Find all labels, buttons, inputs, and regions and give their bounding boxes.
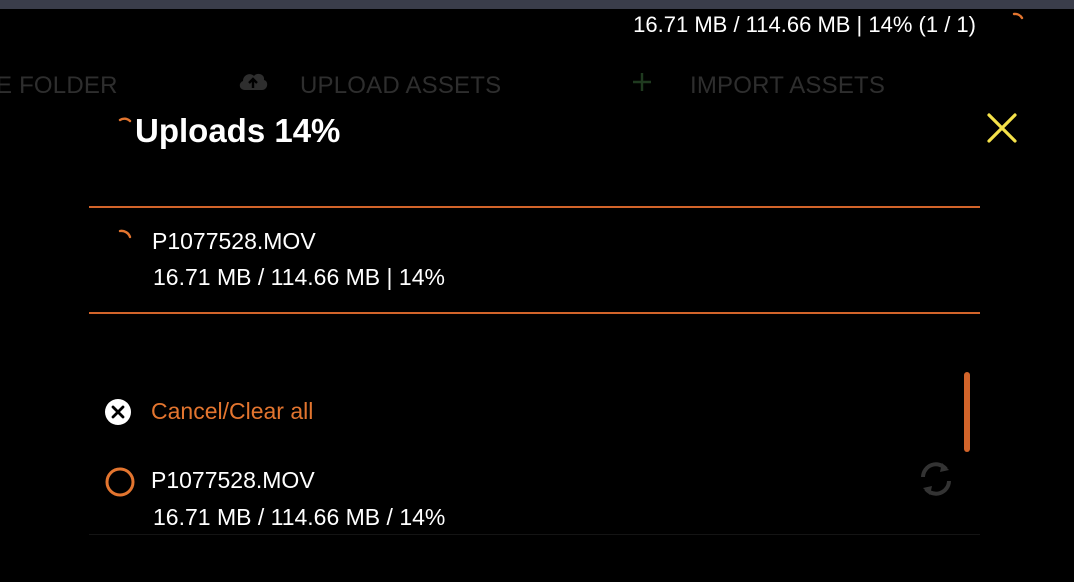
upload-status-summary: 16.71 MB / 114.66 MB | 14% (1 / 1) — [633, 12, 976, 37]
divider — [89, 206, 980, 208]
divider — [89, 312, 980, 314]
queue-file-progress: 16.71 MB / 114.66 MB / 14% — [153, 504, 446, 530]
upload-assets-button: UPLOAD ASSETS — [300, 72, 502, 99]
plus-icon — [633, 73, 651, 91]
queue-file-name: P1077528.MOV — [151, 467, 315, 493]
cloud-upload-icon — [239, 73, 268, 90]
spinner-icon — [1012, 12, 1024, 20]
scrollbar[interactable] — [964, 372, 970, 452]
import-assets-button: IMPORT ASSETS — [690, 72, 886, 99]
close-icon[interactable] — [984, 110, 1020, 146]
divider — [89, 534, 980, 535]
background-toolbar: E FOLDER UPLOAD ASSETS IMPORT ASSETS — [0, 66, 1074, 106]
retry-icon[interactable] — [915, 457, 957, 501]
current-file-progress: 16.71 MB / 114.66 MB | 14% — [153, 264, 445, 290]
spinner-icon — [118, 117, 132, 123]
top-strip — [0, 0, 1074, 9]
spinner-icon — [118, 229, 132, 239]
cancel-circle-icon — [105, 399, 131, 425]
cancel-clear-all-label: Cancel/Clear all — [151, 398, 314, 424]
pending-ring-icon — [105, 467, 135, 497]
create-folder-label: E FOLDER — [0, 72, 118, 99]
uploads-title: Uploads 14% — [135, 112, 341, 149]
current-file-name: P1077528.MOV — [152, 228, 316, 254]
